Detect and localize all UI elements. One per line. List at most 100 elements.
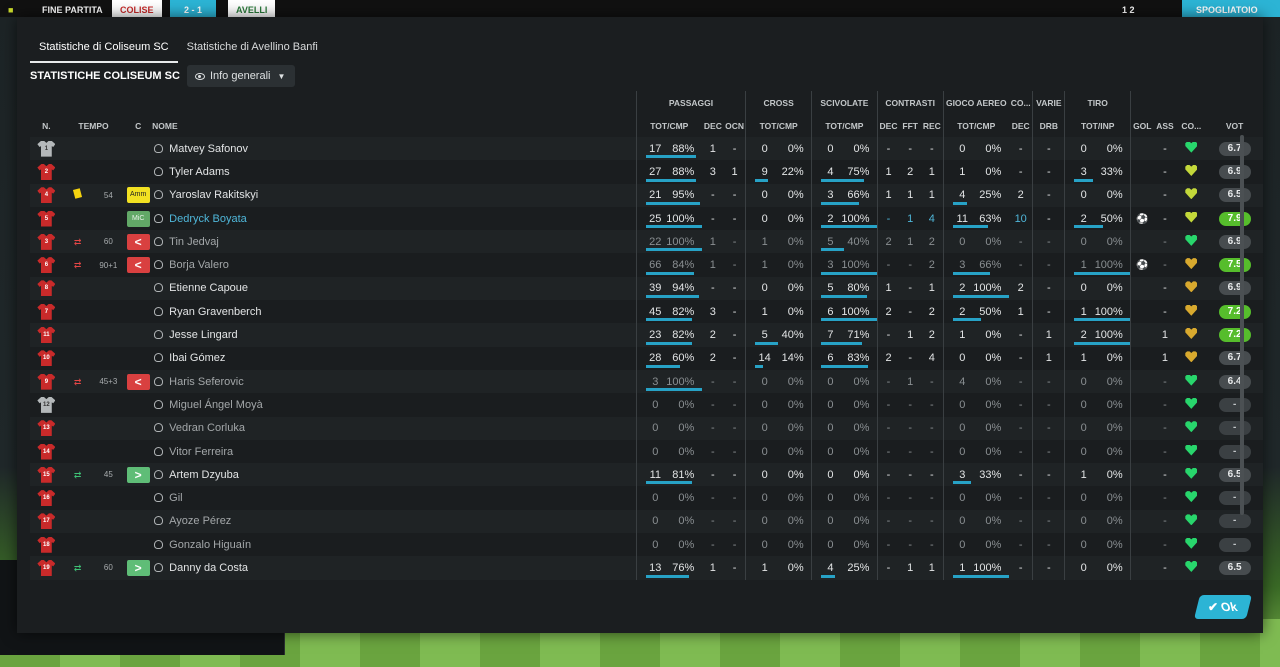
col-condition[interactable]: CO... — [1176, 114, 1206, 137]
view-dropdown[interactable]: Info generali ▼ — [186, 65, 296, 87]
player-name-cell[interactable]: Tin Jedvaj — [152, 230, 637, 254]
player-row[interactable]: 13 Vedran Corluka 0 0% - - 0 0% 0 0% - - - … — [30, 416, 1263, 440]
col-pass-totcmp[interactable]: TOT/CMP — [635, 114, 702, 137]
tackles-cell: 0 0% — [811, 393, 878, 417]
player-row[interactable]: 1 Matvey Safonov 17 88% 1 - 0 0% 0 0% - - -… — [30, 137, 1263, 161]
player-row[interactable]: 12 Miguel Ángel Moyà 0 0% - - 0 0% 0 0% - -… — [30, 393, 1263, 417]
player-name-cell[interactable]: Vitor Ferreira — [152, 439, 637, 464]
person-icon — [154, 516, 164, 526]
player-row[interactable]: 6 ⇄ 90+1 < Borja Valero 66 84% 1 - 1 0% 31… — [30, 253, 1263, 277]
col-pass-ocn[interactable]: OCN — [724, 114, 746, 137]
varie-drb: - — [1032, 509, 1065, 534]
player-number: 18 — [30, 533, 63, 557]
event-icons — [62, 416, 93, 440]
tab-coliseum[interactable]: Statistiche di Coliseum SC — [30, 37, 178, 63]
pass-dec: 2 — [701, 346, 724, 370]
col-time[interactable]: TEMPO — [63, 114, 124, 137]
ok-button[interactable]: ✔ Ok — [1194, 595, 1252, 619]
table-scrollbar[interactable] — [1240, 135, 1244, 515]
player-name-cell[interactable]: Dedryck Boyata — [152, 206, 637, 231]
col-contrasti-dec[interactable]: DEC — [876, 114, 900, 137]
top-score-bar: ■ FINE PARTITA COLISE 2 - 1 AVELLI 1 2 S… — [0, 0, 1280, 17]
player-row[interactable]: 11 Jesse Lingard 23 82% 2 - 5 40% 7 71% - 1… — [30, 323, 1263, 347]
tab-avellino[interactable]: Statistiche di Avellino Banfi — [178, 37, 327, 63]
player-row[interactable]: 2 Tyler Adams 27 88% 3 1 9 22% 4 75% 1 2 1 … — [30, 160, 1263, 184]
player-name-cell[interactable]: Gil — [152, 486, 637, 510]
player-name-cell[interactable]: Miguel Ángel Moyà — [152, 393, 637, 417]
col-aerial-totcmp[interactable]: TOT/CMP — [942, 114, 1009, 137]
player-row[interactable]: 3 ⇄ 60 < Tin Jedvaj 22 100% 1 - 1 0% 5 40% … — [30, 230, 1263, 254]
player-row[interactable]: 7 Ryan Gravenberch 45 82% 3 - 1 0% 6 100% 2… — [30, 300, 1263, 324]
pass-dec: 1 — [701, 253, 724, 277]
player-name-cell[interactable]: Vedran Corluka — [152, 416, 637, 440]
col-goals[interactable]: GOL — [1130, 114, 1154, 137]
col-varie-drb[interactable]: DRB — [1032, 114, 1065, 137]
crosses-cell: 0 0% — [745, 369, 812, 394]
player-name-cell[interactable]: Etienne Capoue — [152, 276, 637, 301]
goals — [1130, 533, 1154, 557]
player-name: Gil — [169, 492, 183, 505]
player-name-cell[interactable]: Yaroslav Rakitskyi — [152, 183, 637, 207]
col-tackle-totcmp[interactable]: TOT/CMP — [811, 114, 878, 137]
col-name[interactable]: NOME — [152, 114, 636, 137]
player-row[interactable]: 4 54 Amm Yaroslav Rakitskyi 21 95% - - 00… — [30, 183, 1263, 207]
player-name-cell[interactable]: Artem Dzyuba — [152, 463, 637, 487]
rating-badge: 6.5 — [1218, 467, 1251, 482]
condition — [1176, 416, 1207, 440]
shots-cell: 0 0% — [1064, 183, 1131, 207]
col-assists[interactable]: ASS — [1153, 114, 1176, 137]
player-name-cell[interactable]: Borja Valero — [152, 253, 637, 277]
player-name-cell[interactable]: Matvey Safonov — [152, 137, 637, 161]
player-name-cell[interactable]: Ayoze Pérez — [152, 509, 637, 534]
player-row[interactable]: 5 MiC Dedryck Boyata 25 100% - - 0 0% 2 100… — [30, 206, 1263, 231]
player-row[interactable]: 15 ⇄ 45 > Artem Dzyuba 11 81% - - 0 0% 0 0%… — [30, 463, 1263, 487]
col-contrasti-rec[interactable]: REC — [921, 114, 943, 137]
pass-dec: 2 — [701, 323, 724, 347]
col-number[interactable]: N. — [30, 114, 63, 137]
player-name-cell[interactable]: Ryan Gravenberch — [152, 300, 637, 324]
person-icon — [154, 562, 164, 572]
player-row[interactable]: 17 Ayoze Pérez 0 0% - - 0 0% 0 0% - - - 0 0%… — [30, 509, 1263, 534]
position-cell — [124, 323, 153, 347]
group-tiro: TIRO — [1064, 91, 1131, 114]
passes-bar — [645, 388, 702, 392]
sub-on-icon: ⇄ — [73, 562, 82, 573]
varie-drb: - — [1032, 556, 1065, 580]
player-row[interactable]: 10 Ibai Gómez 28 60% 2 - 14 14% 6 83% 2 - 4… — [30, 346, 1263, 370]
col-contrasti-fft[interactable]: FFT — [899, 114, 921, 137]
player-row[interactable]: 9 ⇄ 45+3 < Haris Seferovic 3 100% - - 0 0%… — [30, 369, 1263, 394]
stats-table-container[interactable]: PASSAGGI CROSS SCIVOLATE CONTRASTI GIOCO… — [17, 91, 1263, 591]
shots-cell: 0 0% — [1064, 509, 1131, 534]
col-shot-totinp[interactable]: TOT/INP — [1064, 114, 1131, 137]
person-icon — [154, 190, 164, 200]
pass-ocn: - — [723, 533, 746, 557]
player-name-cell[interactable]: Ibai Gómez — [152, 346, 637, 370]
contrasti-dec: - — [876, 369, 900, 394]
col-c[interactable]: C — [124, 114, 152, 137]
position-cell — [124, 439, 153, 464]
col-cross-totcmp[interactable]: TOT/CMP — [745, 114, 812, 137]
player-row[interactable]: 18 Gonzalo Higuaín 0 0% - - 0 0% 0 0% - - -… — [30, 533, 1263, 557]
co-dec: - — [1008, 230, 1033, 254]
player-name-cell[interactable]: Danny da Costa — [152, 556, 637, 580]
player-row[interactable]: 14 Vitor Ferreira 0 0% - - 0 0% 0 0% - - - … — [30, 439, 1263, 464]
minute — [92, 486, 125, 510]
player-row[interactable]: 19 ⇄ 60 > Danny da Costa 13 76% 1 - 1 0% 4… — [30, 556, 1263, 580]
player-row[interactable]: 16 Gil 0 0% - - 0 0% 0 0% - - - 0 0% - - 0 0%… — [30, 486, 1263, 510]
col-rating[interactable]: VOT — [1206, 114, 1263, 137]
position-cell: MiC — [124, 206, 153, 231]
shots-cell: 1 100% — [1064, 300, 1131, 324]
col-pass-dec[interactable]: DEC — [702, 114, 724, 137]
assists: - — [1153, 486, 1177, 510]
player-name-cell[interactable]: Jesse Lingard — [152, 323, 637, 347]
player-name-cell[interactable]: Haris Seferovic — [152, 369, 637, 394]
dressing-room-button[interactable]: SPOGLIATOIO — [1182, 0, 1280, 17]
goals — [1130, 137, 1154, 161]
condition — [1176, 253, 1207, 277]
player-name-cell[interactable]: Gonzalo Higuaín — [152, 533, 637, 557]
goals — [1130, 416, 1154, 440]
player-name-cell[interactable]: Tyler Adams — [152, 160, 637, 184]
player-row[interactable]: 8 Etienne Capoue 39 94% - - 0 0% 5 80% 1 - … — [30, 276, 1263, 301]
col-co-dec[interactable]: DEC — [1009, 114, 1033, 137]
aerial-cell: 0 0% — [942, 137, 1009, 161]
